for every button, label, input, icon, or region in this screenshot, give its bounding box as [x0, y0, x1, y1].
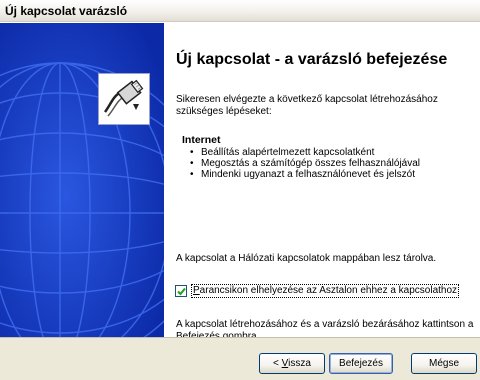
access-key: P	[193, 285, 200, 296]
cancel-button[interactable]: Mégse	[411, 353, 477, 374]
list-item: Megosztás a számítógép összes felhasznál…	[190, 158, 420, 169]
back-arrow: <	[273, 358, 282, 369]
button-bar: < Vissza Befejezés Mégse	[0, 337, 480, 380]
wizard-content: Új kapcsolat - a varázsló befejezése Sik…	[164, 23, 480, 342]
globe-grid-icon	[0, 23, 164, 337]
wizard-graphic	[98, 73, 150, 125]
back-button[interactable]: < Vissza	[259, 353, 325, 374]
page-title: Új kapcsolat - a varázsló befejezése	[176, 51, 448, 68]
intro-text: Sikeresen elvégezte a következő kapcsola…	[176, 94, 438, 117]
wizard-window: Új kapcsolat varázsló Új kapcsolat - a v…	[0, 0, 480, 380]
button-label: issza	[288, 358, 311, 369]
list-item: Mindenki ugyanazt a felhasználónevet és …	[190, 169, 420, 180]
list-item: Beállítás alapértelmezett kapcsolatként	[190, 147, 420, 158]
summary-list: Beállítás alapértelmezett kapcsolatként …	[190, 147, 420, 180]
title-bar[interactable]: Új kapcsolat varázsló	[0, 0, 480, 22]
checkmark-icon	[177, 287, 186, 296]
network-cable-plug-icon	[103, 79, 144, 117]
side-panel	[0, 23, 164, 337]
save-location-text: A kapcsolat a Hálózati kapcsolatok mappá…	[176, 253, 437, 264]
window-title: Új kapcsolat varázsló	[5, 4, 128, 18]
summary-title: Internet	[182, 134, 221, 146]
label-text: arancsikon elhelyezése az Asztalon ehhez…	[199, 285, 458, 296]
desktop-shortcut-label[interactable]: Parancsikon elhelyezése az Asztalon ehhe…	[191, 284, 460, 298]
finish-button[interactable]: Befejezés	[329, 353, 393, 374]
desktop-shortcut-checkbox[interactable]	[175, 285, 187, 297]
